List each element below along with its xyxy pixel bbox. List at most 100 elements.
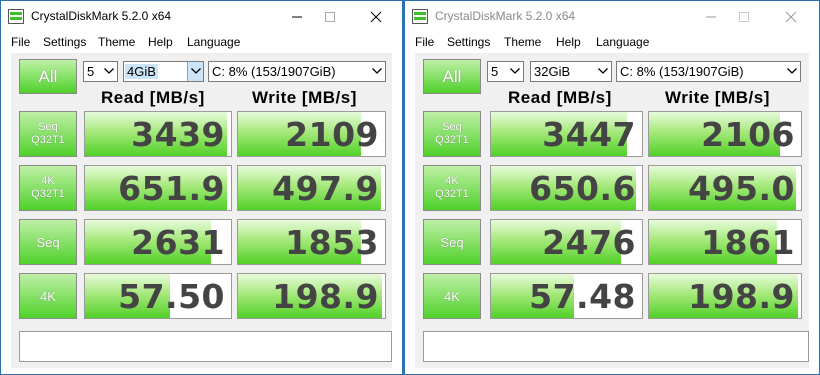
close-button[interactable] xyxy=(776,5,806,29)
close-icon xyxy=(370,11,382,23)
drive-value: C: 8% (153/1907GiB) xyxy=(620,64,744,79)
row-label-line1: Seq xyxy=(36,234,60,250)
result-value: 2106 xyxy=(701,114,795,154)
seq-q32t1-button[interactable]: Seq Q32T1 xyxy=(423,111,481,157)
all-button[interactable]: All xyxy=(423,59,481,94)
seq-q32t1-button[interactable]: Seq Q32T1 xyxy=(19,111,77,157)
menu-language[interactable]: Language xyxy=(187,35,240,49)
row-label-line2: Q32T1 xyxy=(435,134,469,146)
write-header: Write [MB/s] xyxy=(665,88,770,107)
4k-q32t1-read-result: 651.9 xyxy=(84,165,232,211)
menu-language[interactable]: Language xyxy=(596,35,649,49)
maximize-button[interactable] xyxy=(315,5,345,29)
chevron-down-icon xyxy=(598,68,608,74)
maximize-button[interactable] xyxy=(729,5,759,29)
seq-write-result: 1853 xyxy=(237,219,386,265)
4k-read-result: 57.50 xyxy=(84,273,232,319)
result-value: 650.6 xyxy=(529,168,636,208)
menu-help[interactable]: Help xyxy=(556,35,581,49)
4k-button[interactable]: 4K xyxy=(423,273,481,319)
test-size-select[interactable]: 32GiB xyxy=(530,61,612,82)
maximize-icon xyxy=(739,12,749,22)
menu-settings[interactable]: Settings xyxy=(447,35,490,49)
result-value: 497.9 xyxy=(272,168,379,208)
chevron-down-icon xyxy=(510,68,520,74)
menu-theme[interactable]: Theme xyxy=(504,35,541,49)
seq-q32t1-write-result: 2109 xyxy=(237,111,386,157)
maximize-icon xyxy=(325,12,335,22)
result-value: 1853 xyxy=(285,222,379,262)
chevron-down-icon xyxy=(104,68,114,74)
minimize-icon xyxy=(706,16,716,18)
minimize-button[interactable] xyxy=(696,5,726,29)
menu-bar: File Settings Theme Help Language xyxy=(1,33,402,53)
menu-help[interactable]: Help xyxy=(148,35,173,49)
seq-q32t1-read-result: 3439 xyxy=(84,111,232,157)
benchmark-panel: All 5 32GiB C: 8% (153/1907GiB) Read [MB… xyxy=(415,53,809,368)
result-value: 2476 xyxy=(542,222,636,262)
4k-write-result: 198.9 xyxy=(237,273,386,319)
4k-q32t1-write-result: 495.0 xyxy=(648,165,802,211)
read-header: Read [MB/s] xyxy=(101,88,205,107)
all-button[interactable]: All xyxy=(19,59,77,94)
row-label-line1: 4K xyxy=(445,175,459,187)
result-value: 57.48 xyxy=(529,276,636,316)
title-bar[interactable]: CrystalDiskMark 5.2.0 x64 xyxy=(405,1,819,33)
minimize-button[interactable] xyxy=(282,5,312,29)
window-title: CrystalDiskMark 5.2.0 x64 xyxy=(435,9,576,23)
result-value: 3447 xyxy=(542,114,636,154)
result-value: 57.50 xyxy=(118,276,225,316)
read-header: Read [MB/s] xyxy=(508,88,612,107)
seq-q32t1-write-result: 2106 xyxy=(648,111,802,157)
result-value: 198.9 xyxy=(688,276,795,316)
4k-q32t1-read-result: 650.6 xyxy=(490,165,643,211)
drive-select[interactable]: C: 8% (153/1907GiB) xyxy=(616,61,801,82)
seq-button[interactable]: Seq xyxy=(19,219,77,265)
seq-button[interactable]: Seq xyxy=(423,219,481,265)
result-value: 495.0 xyxy=(688,168,795,208)
result-value: 2109 xyxy=(285,114,379,154)
drive-select[interactable]: C: 8% (153/1907GiB) xyxy=(208,61,386,82)
test-size-value: 32GiB xyxy=(534,64,571,79)
result-value: 2631 xyxy=(131,222,225,262)
title-bar[interactable]: CrystalDiskMark 5.2.0 x64 xyxy=(1,1,402,33)
row-label-line1: Seq xyxy=(442,121,462,133)
row-label-line2: Q32T1 xyxy=(31,134,65,146)
test-count-value: 5 xyxy=(491,64,499,79)
chevron-down-icon xyxy=(372,68,382,74)
benchmark-panel: All 5 4GiB C: 8% (153/1907GiB) Read [MB/… xyxy=(11,53,392,368)
row-label-line1: Seq xyxy=(38,121,58,133)
4k-q32t1-button[interactable]: 4K Q32T1 xyxy=(423,165,481,211)
chevron-down-icon xyxy=(191,68,201,74)
4k-q32t1-write-result: 497.9 xyxy=(237,165,386,211)
menu-bar: File Settings Theme Help Language xyxy=(405,33,819,53)
4k-q32t1-button[interactable]: 4K Q32T1 xyxy=(19,165,77,211)
seq-read-result: 2631 xyxy=(84,219,232,265)
menu-file[interactable]: File xyxy=(415,35,434,49)
result-value: 3439 xyxy=(131,114,225,154)
row-label-line1: 4K xyxy=(40,288,56,304)
row-label-line2: Q32T1 xyxy=(435,188,469,200)
close-button[interactable] xyxy=(361,5,391,29)
result-value: 198.9 xyxy=(272,276,379,316)
menu-file[interactable]: File xyxy=(11,35,30,49)
app-icon xyxy=(8,9,24,24)
close-icon xyxy=(785,11,797,23)
row-label-line1: 4K xyxy=(444,288,460,304)
menu-settings[interactable]: Settings xyxy=(43,35,86,49)
row-label-line1: 4K xyxy=(41,175,55,187)
4k-button[interactable]: 4K xyxy=(19,273,77,319)
result-value: 1861 xyxy=(701,222,795,262)
menu-theme[interactable]: Theme xyxy=(98,35,135,49)
test-count-select[interactable]: 5 xyxy=(487,61,524,82)
test-size-select[interactable]: 4GiB xyxy=(123,61,204,82)
comment-field[interactable] xyxy=(423,331,809,362)
minimize-icon xyxy=(292,16,302,18)
test-count-value: 5 xyxy=(87,64,95,79)
row-label-line1: Seq xyxy=(440,234,464,250)
comment-field[interactable] xyxy=(19,331,392,362)
test-count-select[interactable]: 5 xyxy=(83,61,118,82)
result-value: 651.9 xyxy=(118,168,225,208)
crystaldiskmark-window-2: CrystalDiskMark 5.2.0 x64 File Settings … xyxy=(404,0,820,375)
seq-q32t1-read-result: 3447 xyxy=(490,111,643,157)
